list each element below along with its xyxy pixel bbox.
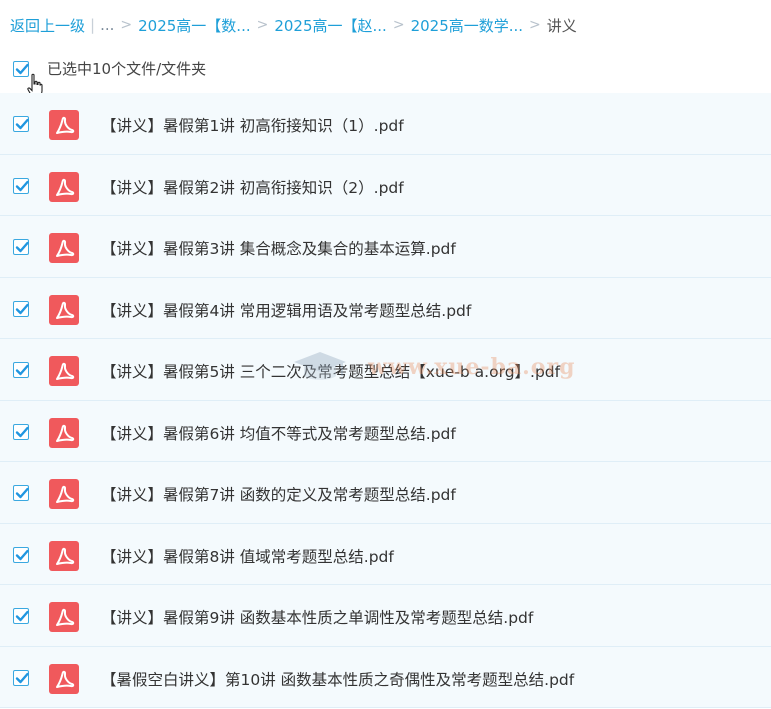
check-icon [15, 487, 29, 499]
selection-count-label: 已选中10个文件/文件夹 [47, 60, 207, 78]
file-checkbox[interactable] [13, 239, 29, 255]
check-icon [15, 241, 29, 253]
pdf-icon [49, 417, 79, 448]
file-checkbox[interactable] [13, 362, 29, 378]
check-icon [15, 610, 29, 622]
check-icon [15, 303, 29, 314]
file-checkbox[interactable] [13, 177, 29, 194]
check-icon [15, 672, 29, 683]
file-checkbox[interactable] [13, 300, 29, 317]
file-name[interactable]: 【讲义】暑假第3讲 集合概念及集合的基本运算.pdf [101, 237, 456, 259]
crumb-item[interactable]: 2025高一【数... [138, 15, 250, 36]
file-name[interactable]: 【讲义】暑假第8讲 值域常考题型总结.pdf [101, 545, 394, 567]
file-name[interactable]: 【讲义】暑假第6讲 均值不等式及常考题型总结.pdf [101, 422, 456, 444]
file-checkbox[interactable] [13, 485, 29, 501]
file-list: 【讲义】暑假第1讲 初高衔接知识（1）.pdf 【讲义】暑假第2讲 初高衔接知识（… [0, 93, 771, 708]
file-row[interactable]: 【讲义】暑假第9讲 函数基本性质之单调性及常考题型总结.pdf [0, 585, 771, 647]
file-name[interactable]: 【讲义】暑假第4讲 常用逻辑用语及常考题型总结.pdf [101, 299, 471, 321]
file-row[interactable]: 【暑假空白讲义】第10讲 函数基本性质之奇偶性及常考题型总结.pdf [0, 646, 771, 708]
check-icon [15, 549, 29, 560]
crumb-item[interactable]: 2025高一数学... [411, 15, 523, 36]
pdf-icon [49, 110, 79, 140]
crumb-item[interactable]: 2025高一【赵... [274, 15, 386, 36]
pdf-icon [49, 663, 79, 694]
file-row[interactable]: 【讲义】暑假第4讲 常用逻辑用语及常考题型总结.pdf [0, 277, 771, 339]
file-row[interactable]: 【讲义】暑假第1讲 初高衔接知识（1）.pdf [0, 93, 771, 155]
file-row[interactable]: 【讲义】暑假第7讲 函数的定义及常考题型总结.pdf [0, 462, 771, 524]
crumb-separator: > [392, 17, 405, 33]
file-name[interactable]: 【讲义】暑假第9讲 函数基本性质之单调性及常考题型总结.pdf [101, 606, 533, 628]
crumb-current: 讲义 [546, 16, 577, 35]
file-row[interactable]: 【讲义】暑假第5讲 三个二次及常考题型总结【xue-b a.org】.pdf [0, 339, 771, 401]
file-name[interactable]: 【讲义】暑假第1讲 初高衔接知识（1）.pdf [101, 114, 404, 136]
pdf-icon [49, 294, 79, 325]
file-row[interactable]: 【讲义】暑假第2讲 初高衔接知识（2）.pdf [0, 154, 771, 216]
file-name[interactable]: 【讲义】暑假第2讲 初高衔接知识（2）.pdf [101, 176, 404, 198]
file-checkbox[interactable] [13, 546, 29, 563]
pdf-icon [49, 356, 79, 386]
pdf-icon [49, 602, 79, 632]
crumb-separator: > [120, 17, 133, 33]
file-name[interactable]: 【暑假空白讲义】第10讲 函数基本性质之奇偶性及常考题型总结.pdf [101, 668, 574, 690]
check-icon [15, 118, 29, 130]
pdf-icon [49, 479, 79, 509]
back-link[interactable]: 返回上一级 [10, 15, 85, 36]
crumb-separator: > [529, 17, 541, 33]
file-checkbox[interactable] [13, 608, 29, 624]
pdf-icon [49, 233, 79, 263]
selection-bar: 已选中10个文件/文件夹 [0, 55, 771, 85]
file-checkbox[interactable] [13, 669, 29, 686]
file-name[interactable]: 【讲义】暑假第7讲 函数的定义及常考题型总结.pdf [101, 483, 456, 505]
crumb-separator: > [256, 17, 269, 33]
file-row[interactable]: 【讲义】暑假第6讲 均值不等式及常考题型总结.pdf [0, 400, 771, 462]
file-row[interactable]: 【讲义】暑假第3讲 集合概念及集合的基本运算.pdf [0, 216, 771, 278]
pdf-icon [49, 171, 79, 202]
file-checkbox[interactable] [13, 423, 29, 440]
file-row[interactable]: 【讲义】暑假第8讲 值域常考题型总结.pdf [0, 523, 771, 585]
check-icon [15, 426, 29, 437]
crumb-pipe: | [90, 16, 96, 34]
check-icon [15, 364, 29, 376]
pdf-icon [49, 540, 79, 571]
crumb-ellipsis[interactable]: ... [100, 16, 114, 34]
file-checkbox[interactable] [13, 116, 29, 132]
check-icon [15, 180, 29, 191]
file-name[interactable]: 【讲义】暑假第5讲 三个二次及常考题型总结【xue-b a.org】.pdf [101, 360, 560, 382]
breadcrumb: 返回上一级 | ... > 2025高一【数... > 2025高一【赵... … [10, 13, 577, 37]
